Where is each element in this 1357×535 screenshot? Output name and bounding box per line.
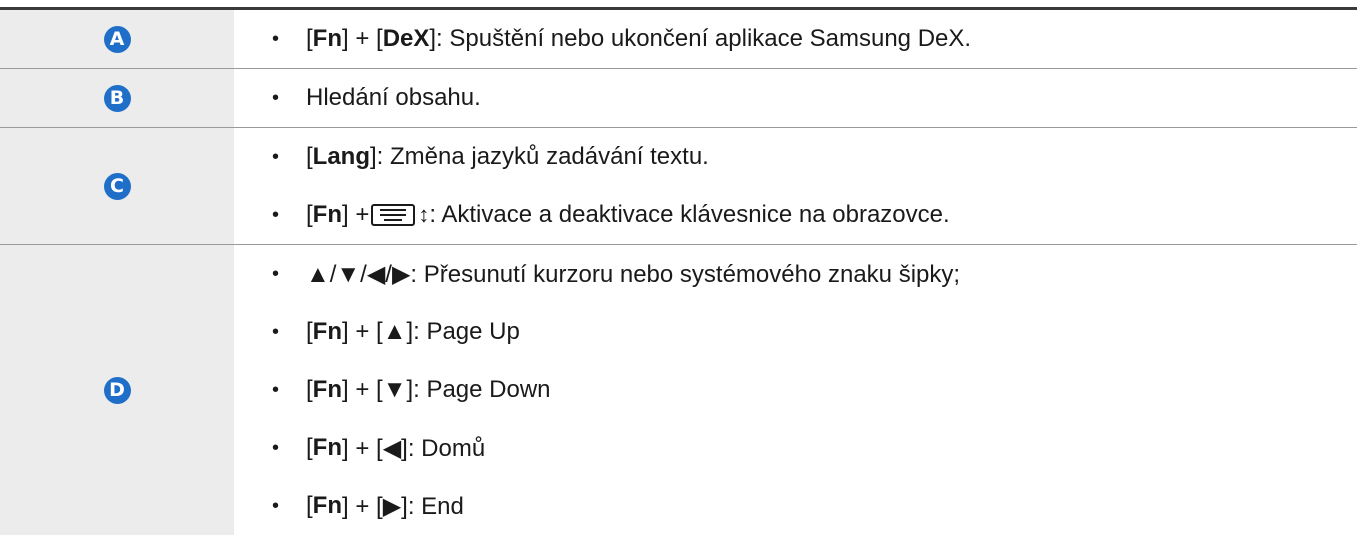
bullet: • <box>272 379 306 402</box>
row-label-cell: A <box>0 10 234 69</box>
list-item: • [Fn] + [◀]: Domů <box>272 419 1357 477</box>
list-item: • [Fn] + [▶]: End <box>272 477 1357 535</box>
table-row-d: D • ▲/▼/◀/▶: Přesunutí kurzoru nebo syst… <box>0 245 1357 535</box>
key-name: Fn <box>313 492 342 520</box>
shortcut-table: A • [Fn] + [DeX]: Spuštění nebo ukončení… <box>0 10 1357 535</box>
item-description: ] + [▲]: Page Up <box>342 318 520 346</box>
key-name: DeX <box>383 25 430 53</box>
item-description: ] + [◀]: Domů <box>342 434 485 463</box>
key-separator: ] + <box>342 201 369 229</box>
list-item: • [Fn] + ↕: Aktivace a deaktivace kláves… <box>272 186 1357 244</box>
row-label-cell: B <box>0 69 234 128</box>
key-name: Fn <box>313 318 342 346</box>
bracket-open: [ <box>306 318 313 346</box>
bracket-open: [ <box>306 376 313 404</box>
badge-b: B <box>104 85 131 112</box>
bracket-open: [ <box>306 143 313 171</box>
key-name: Fn <box>313 201 342 229</box>
table-row-a: A • [Fn] + [DeX]: Spuštění nebo ukončení… <box>0 10 1357 69</box>
bullet: • <box>272 321 306 344</box>
up-down-arrow-icon: ↕ <box>418 202 429 228</box>
item-description: ]: Změna jazyků zadávání textu. <box>370 143 709 171</box>
item-description: ] + [▼]: Page Down <box>342 376 551 404</box>
list-item: • [Fn] + [▲]: Page Up <box>272 303 1357 361</box>
bullet: • <box>272 437 306 460</box>
bullet: • <box>272 263 306 286</box>
key-name: Lang <box>313 143 370 171</box>
item-description: ] + [▶]: End <box>342 492 464 521</box>
bracket-open: [ <box>306 434 313 462</box>
row-label-cell: D <box>0 245 234 535</box>
table-row-c: C • [Lang]: Změna jazyků zadávání textu.… <box>0 128 1357 245</box>
bullet: • <box>272 495 306 518</box>
key-name: Fn <box>313 376 342 404</box>
bullet: • <box>272 146 306 169</box>
bracket-open: [ <box>306 492 313 520</box>
row-label-cell: C <box>0 128 234 245</box>
key-separator: ] + [ <box>342 25 383 53</box>
list-item: • Hledání obsahu. <box>272 69 1357 127</box>
row-description-cell: • Hledání obsahu. <box>234 69 1357 128</box>
list-item: • [Fn] + [DeX]: Spuštění nebo ukončení a… <box>272 10 1357 68</box>
list-item: • [Fn] + [▼]: Page Down <box>272 361 1357 419</box>
bracket-open: [ <box>306 201 313 229</box>
list-item: • [Lang]: Změna jazyků zadávání textu. <box>272 128 1357 186</box>
row-description-cell: • [Fn] + [DeX]: Spuštění nebo ukončení a… <box>234 10 1357 69</box>
badge-c: C <box>104 173 131 200</box>
bullet: • <box>272 28 306 51</box>
table-row-b: B • Hledání obsahu. <box>0 69 1357 128</box>
list-item: • ▲/▼/◀/▶: Přesunutí kurzoru nebo systém… <box>272 245 1357 303</box>
bracket-open: [ <box>306 25 313 53</box>
item-description: : Aktivace a deaktivace klávesnice na ob… <box>429 201 949 229</box>
bullet: • <box>272 87 306 110</box>
keyboard-toggle-icon <box>371 204 415 226</box>
item-description: ▲/▼/◀/▶: Přesunutí kurzoru nebo systémov… <box>306 260 960 289</box>
key-name: Fn <box>313 25 342 53</box>
bullet: • <box>272 204 306 227</box>
badge-a: A <box>104 26 131 53</box>
row-description-cell: • ▲/▼/◀/▶: Přesunutí kurzoru nebo systém… <box>234 245 1357 535</box>
badge-d: D <box>104 377 131 404</box>
item-description: Hledání obsahu. <box>306 84 481 112</box>
row-description-cell: • [Lang]: Změna jazyků zadávání textu. •… <box>234 128 1357 245</box>
item-description: ]: Spuštění nebo ukončení aplikace Samsu… <box>429 25 971 53</box>
key-name: Fn <box>313 434 342 462</box>
